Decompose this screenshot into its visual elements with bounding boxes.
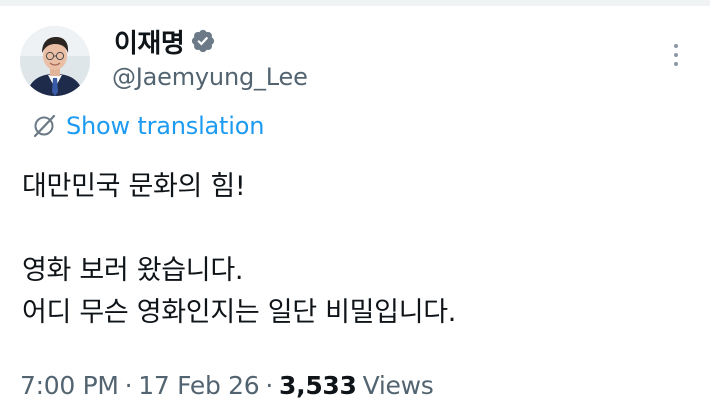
top-divider	[0, 0, 710, 6]
author-handle[interactable]: @Jaemyung_Lee	[112, 63, 308, 91]
avatar[interactable]	[20, 26, 90, 96]
tweet-line: 어디 무슨 영화인지는 일단 비밀입니다.	[22, 297, 457, 328]
separator-dot: ·	[124, 371, 133, 400]
verified-badge-icon[interactable]	[190, 28, 216, 54]
tweet-line: 영화 보러 왔습니다.	[22, 255, 244, 286]
show-translation-button[interactable]: Show translation	[30, 110, 264, 142]
tweet-line	[22, 208, 456, 250]
tweet-time[interactable]: 7:00 PM	[20, 371, 119, 400]
tweet-text: 대만민국 문화의 힘! 영화 보러 왔습니다. 어디 무슨 영화인지는 일단 비…	[22, 166, 456, 334]
show-translation-label[interactable]: Show translation	[66, 112, 264, 140]
separator-dot: ·	[265, 371, 274, 400]
tweet-date[interactable]: 17 Feb 26	[138, 371, 259, 400]
display-name[interactable]: 이재명	[114, 23, 185, 60]
more-vertical-icon[interactable]	[664, 40, 688, 70]
views-label: Views	[362, 371, 434, 400]
views-count: 3,533	[279, 371, 357, 400]
author-name-row[interactable]: 이재명	[114, 23, 216, 60]
avatar-portrait	[20, 26, 90, 96]
globe-slash-icon	[30, 112, 58, 140]
tweet-line: 대만민국 문화의 힘!	[22, 171, 246, 202]
tweet-metadata: 7:00 PM · 17 Feb 26 · 3,533 Views	[20, 371, 434, 400]
